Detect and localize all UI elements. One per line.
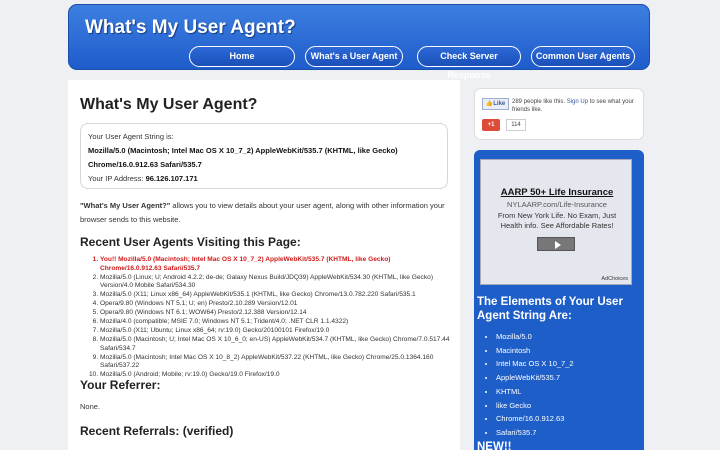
list-item: Mozilla/5.0 (Macintosh; Intel Mac OS X 1… xyxy=(100,354,450,371)
google-plus-button[interactable]: +1 xyxy=(482,119,500,131)
list-item: Mozilla/5.0 (Linux; U; Android 4.2.2; de… xyxy=(100,274,450,291)
intro-bold: "What's My User Agent?" xyxy=(80,201,171,210)
referrals-heading: Recent Referrals: (verified) xyxy=(80,424,234,438)
page-title: What's My User Agent? xyxy=(80,96,258,113)
like-text: 289 people like this. Sign Up to see wha… xyxy=(512,99,634,113)
list-item: Mozilla/5.0 (X11; Linux x86_64) AppleWeb… xyxy=(100,291,450,300)
nav-check-server-response[interactable]: Check Server Response xyxy=(417,46,521,80)
ad-description: From New York Life. No Exam, Just Health… xyxy=(497,211,617,230)
ip-label: Your IP Address: xyxy=(88,174,144,183)
elements-heading: The Elements of Your User Agent String A… xyxy=(477,296,623,322)
list-item: AppleWebKit/535.7 xyxy=(496,371,574,385)
list-item: Safari/535.7 xyxy=(496,426,574,440)
list-item: Intel Mac OS X 10_7_2 xyxy=(496,357,574,371)
ad-box[interactable]: AARP 50+ Life Insurance NYLAARP.com/Life… xyxy=(480,159,632,285)
ad-choices[interactable]: AdChoices xyxy=(601,276,628,282)
list-item: Mozilla/5.0 xyxy=(496,330,574,344)
referrer-heading: Your Referrer: xyxy=(80,378,161,392)
new-heading: NEW!! xyxy=(477,441,512,450)
main-content: What's My User Agent? Your User Agent St… xyxy=(68,80,460,450)
elements-list: Mozilla/5.0 Macintosh Intel Mac OS X 10_… xyxy=(496,330,574,440)
list-item: Mozilla/4.0 (compatible; MSIE 7.0; Windo… xyxy=(100,318,450,327)
ad-url[interactable]: NYLAARP.com/Life-Insurance xyxy=(481,200,633,209)
ua-string: Mozilla/5.0 (Macintosh; Intel Mac OS X 1… xyxy=(88,146,398,169)
list-item: Macintosh xyxy=(496,344,574,358)
recent-heading: Recent User Agents Visiting this Page: xyxy=(80,235,301,249)
ip-line: Your IP Address: 96.126.107.171 xyxy=(88,172,440,186)
list-item: Mozilla/5.0 (X11; Ubuntu; Linux x86_64; … xyxy=(100,327,450,336)
user-agent-box: Your User Agent String is: Mozilla/5.0 (… xyxy=(80,123,448,189)
ad-title[interactable]: AARP 50+ Life Insurance xyxy=(481,187,633,198)
recent-user-agents-list: You!! Mozilla/5.0 (Macintosh; Intel Mac … xyxy=(100,256,450,380)
facebook-like-button[interactable]: 👍Like xyxy=(482,98,509,110)
gplus-count: 114 xyxy=(506,119,526,131)
intro-text: "What's My User Agent?" allows you to vi… xyxy=(80,199,448,227)
ip-value: 96.126.107.171 xyxy=(145,174,198,183)
ua-label: Your User Agent String is: xyxy=(88,132,174,141)
list-item: KHTML xyxy=(496,385,574,399)
sign-up-link[interactable]: Sign Up xyxy=(567,99,588,105)
nav-whats-a-user-agent[interactable]: What's a User Agent xyxy=(305,46,403,67)
list-item: Chrome/16.0.912.63 xyxy=(496,412,574,426)
arrow-right-icon[interactable] xyxy=(537,237,575,251)
nav-common-user-agents[interactable]: Common User Agents xyxy=(531,46,635,67)
list-item: Opera/9.80 (Windows NT 6.1; WOW64) Prest… xyxy=(100,309,450,318)
list-item: Mozilla/5.0 (Macintosh; U; Intel Mac OS … xyxy=(100,336,450,353)
sidebar: AARP 50+ Life Insurance NYLAARP.com/Life… xyxy=(474,150,644,450)
list-item: You!! Mozilla/5.0 (Macintosh; Intel Mac … xyxy=(100,256,450,273)
list-item: Opera/9.80 (Windows NT 5.1; U; en) Prest… xyxy=(100,300,450,309)
site-title[interactable]: What's My User Agent? xyxy=(85,17,296,39)
referrer-value: None. xyxy=(80,402,101,411)
nav-home[interactable]: Home xyxy=(189,46,295,67)
social-box: 👍Like 289 people like this. Sign Up to s… xyxy=(474,88,644,140)
list-item: like Gecko xyxy=(496,399,574,413)
site-header: What's My User Agent? Home What's a User… xyxy=(68,4,650,80)
